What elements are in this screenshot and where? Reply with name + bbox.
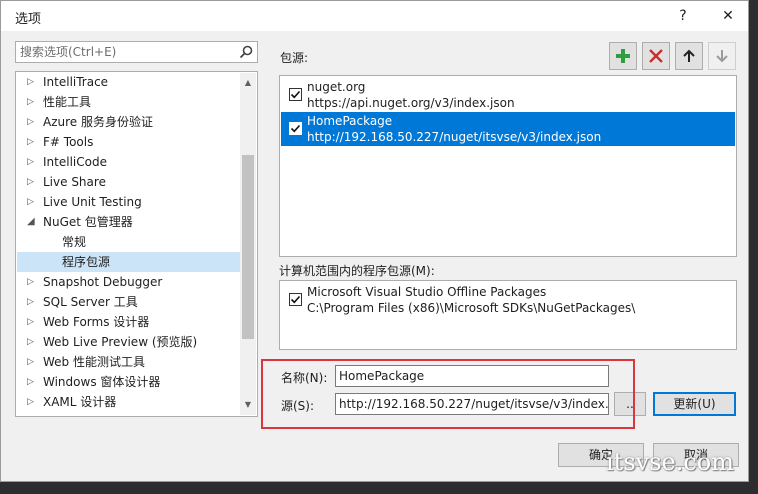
remove-source-button[interactable] (642, 42, 670, 70)
tree-item-nuget[interactable]: ◢ NuGet 包管理器 (17, 212, 241, 232)
expand-arrow-icon[interactable]: ▷ (27, 92, 37, 112)
tree-item-package-sources[interactable]: 程序包源 (17, 252, 241, 272)
scroll-up-icon[interactable]: ▲ (240, 75, 256, 91)
source-item-nuget-org[interactable]: nuget.org https://api.nuget.org/v3/index… (281, 78, 735, 112)
expand-arrow-icon[interactable]: ▷ (27, 352, 37, 372)
arrow-up-icon (683, 49, 695, 62)
expand-arrow-icon[interactable]: ▷ (27, 292, 37, 312)
enable-checkbox[interactable] (289, 122, 302, 135)
expand-arrow-icon[interactable]: ▷ (27, 172, 37, 192)
arrow-down-icon (716, 50, 728, 63)
expand-arrow-icon[interactable]: ▷ (27, 112, 37, 132)
search-input[interactable] (20, 44, 230, 60)
update-button[interactable]: 更新(U) (653, 392, 736, 416)
expand-arrow-icon[interactable]: ▷ (27, 272, 37, 292)
collapse-arrow-icon[interactable]: ◢ (27, 212, 37, 232)
sources-heading: 包源: (280, 51, 309, 65)
tree-item[interactable]: ▷ Windows 窗体设计器 (17, 372, 241, 392)
check-icon (290, 124, 301, 133)
add-source-button[interactable] (609, 42, 637, 70)
move-down-button[interactable] (708, 42, 736, 70)
tree-item-general[interactable]: 常规 (17, 232, 241, 252)
source-url: https://api.nuget.org/v3/index.json (307, 96, 515, 110)
highlight-annotation (261, 359, 635, 429)
enable-checkbox[interactable] (289, 293, 302, 306)
search-icon (239, 45, 253, 59)
expand-arrow-icon[interactable]: ▷ (27, 152, 37, 172)
tree-item[interactable]: ▷ Azure 服务身份验证 (17, 112, 241, 132)
expand-arrow-icon[interactable]: ▷ (27, 312, 37, 332)
source-name: HomePackage (307, 114, 393, 128)
tree-scrollbar[interactable]: ▲ ▼ (240, 73, 256, 415)
source-url: C:\Program Files (x86)\Microsoft SDKs\Nu… (307, 301, 636, 315)
tree-item[interactable]: ▷ Snapshot Debugger (17, 272, 241, 292)
dialog-title: 选项 (15, 12, 42, 27)
expand-arrow-icon[interactable]: ▷ (27, 192, 37, 212)
expand-arrow-icon[interactable]: ▷ (27, 392, 37, 412)
tree-item[interactable]: ▷ IntelliTrace (17, 72, 241, 92)
options-dialog: 选项 ? ✕ ▷ IntelliTrace ▷ 性能工具 ▷ Azure 服务身… (0, 0, 749, 482)
source-item-homepackage[interactable]: HomePackage http://192.168.50.227/nuget/… (281, 112, 735, 146)
delete-x-icon (649, 49, 663, 63)
close-button[interactable]: ✕ (717, 6, 739, 26)
source-name: Microsoft Visual Studio Offline Packages (307, 285, 547, 299)
machine-sources-list: Microsoft Visual Studio Offline Packages… (279, 280, 737, 350)
machine-sources-heading: 计算机范围内的程序包源(M): (279, 264, 435, 278)
scroll-thumb[interactable] (242, 155, 254, 339)
help-button[interactable]: ? (672, 6, 694, 26)
check-icon (290, 90, 301, 99)
tree-item[interactable]: ▷ IntelliCode (17, 152, 241, 172)
source-url: http://192.168.50.227/nuget/itsvse/v3/in… (307, 130, 602, 144)
source-name: nuget.org (307, 80, 366, 94)
tree-item[interactable]: ▷ XAML 设计器 (17, 392, 241, 412)
expand-arrow-icon[interactable]: ▷ (27, 332, 37, 352)
tree-item[interactable]: ▷ SQL Server 工具 (17, 292, 241, 312)
tree-item[interactable]: ▷ Web Forms 设计器 (17, 312, 241, 332)
tree-item[interactable]: ▷ Live Unit Testing (17, 192, 241, 212)
package-sources-list: nuget.org https://api.nuget.org/v3/index… (279, 75, 737, 257)
options-tree: ▷ IntelliTrace ▷ 性能工具 ▷ Azure 服务身份验证 ▷ F… (15, 71, 258, 417)
scroll-down-icon[interactable]: ▼ (240, 397, 256, 413)
tree-item[interactable]: ▷ F# Tools (17, 132, 241, 152)
expand-arrow-icon[interactable]: ▷ (27, 72, 37, 92)
check-icon (290, 295, 301, 304)
title-bar: 选项 ? ✕ (1, 1, 748, 31)
tree-item[interactable]: ▷ 性能工具 (17, 92, 241, 112)
expand-arrow-icon[interactable]: ▷ (27, 132, 37, 152)
enable-checkbox[interactable] (289, 88, 302, 101)
source-item-offline-packages[interactable]: Microsoft Visual Studio Offline Packages… (281, 283, 735, 317)
move-up-button[interactable] (675, 42, 703, 70)
expand-arrow-icon[interactable]: ▷ (27, 372, 37, 392)
watermark-text: itsvse.com (606, 448, 734, 476)
plus-icon (616, 49, 630, 63)
tree-item[interactable]: ▷ Live Share (17, 172, 241, 192)
tree-item[interactable]: ▷ Web 性能测试工具 (17, 352, 241, 372)
options-search-box[interactable] (15, 41, 258, 63)
tree-item[interactable]: ▷ Web Live Preview (预览版) (17, 332, 241, 352)
